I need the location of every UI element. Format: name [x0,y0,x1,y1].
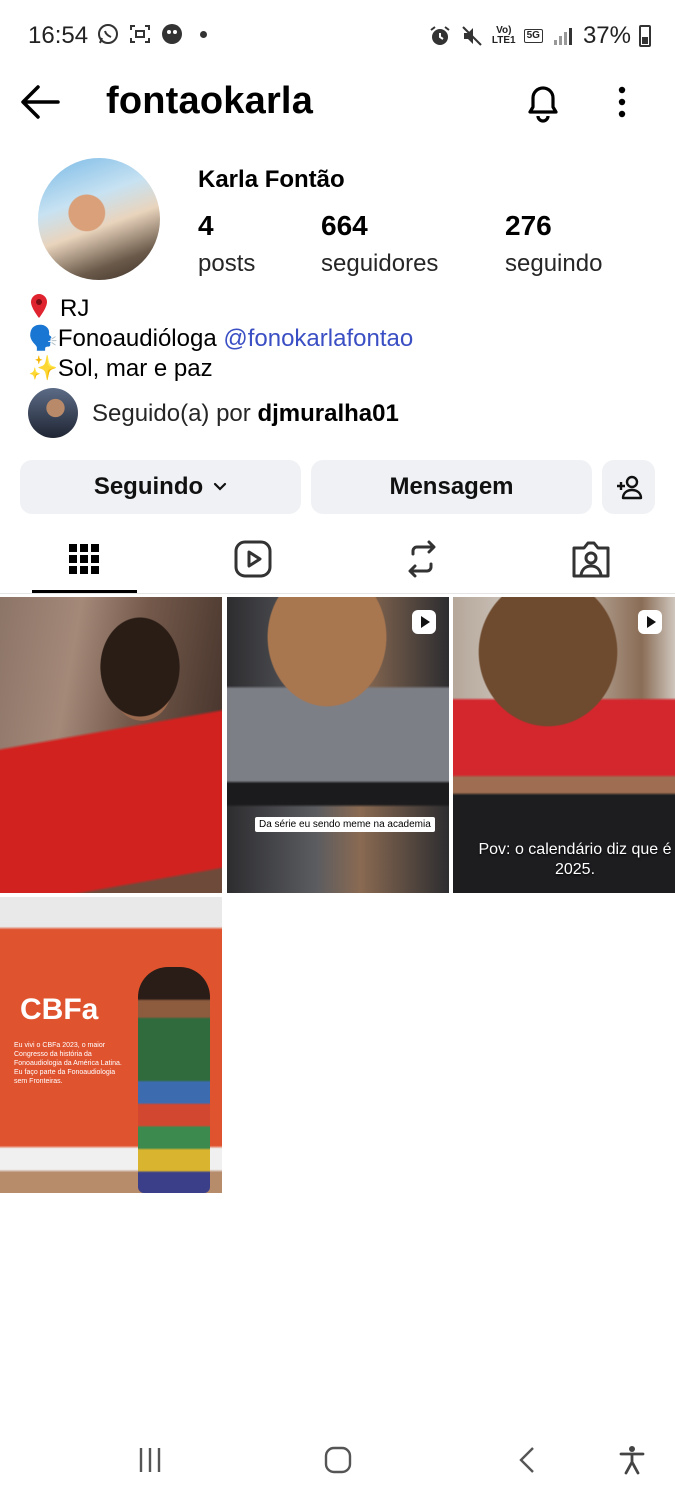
message-button[interactable]: Mensagem [311,460,592,514]
chevron-down-icon [214,482,227,491]
home-button[interactable] [318,1440,358,1480]
stat-following[interactable]: 276 seguindo [505,210,602,278]
post-caption: Pov: o calendário diz que é 2025. [478,841,672,878]
profile-tabs [0,524,675,594]
back-nav-icon [519,1447,534,1473]
system-nav-bar [0,1420,675,1500]
followed-by[interactable]: Seguido(a) por djmuralha01 [28,388,648,438]
stat-label: seguidores [321,250,439,277]
stat-value: 664 [321,210,368,241]
location-pin-icon [31,294,47,318]
post-thumbnail[interactable]: Da série eu sendo meme na academia [227,597,449,893]
status-time: 16:54 [28,22,89,49]
stat-followers[interactable]: 664 seguidores [321,210,438,278]
post-caption: Da série eu sendo meme na academia [255,817,435,832]
add-user-icon [616,475,642,500]
grid-icon [69,544,99,574]
whatsapp-icon [98,24,118,44]
event-banner-text: Eu vivi o CBFa 2023, o maior Congresso d… [14,1042,122,1085]
bio-location: RJ [60,295,90,322]
battery-percent: 37% [582,22,631,49]
tab-reposts[interactable] [338,524,506,594]
more-notifications-dot [200,30,207,38]
add-user-button[interactable] [602,460,655,514]
network-type: 5G [523,29,543,43]
status-bar: 16:54 Vo) LTE1 5G 37% [0,0,675,76]
back-arrow-icon[interactable] [18,82,62,122]
recent-apps-button[interactable] [130,1440,170,1480]
post-person [138,967,210,1193]
profile-header: fontaokarla [0,70,675,134]
reel-badge-icon [412,610,436,634]
status-right-icons: Vo) LTE1 5G 37% [428,22,651,50]
reel-badge-icon [638,610,662,634]
tagged-icon [572,541,610,578]
post-thumbnail[interactable]: CBFa Eu vivi o CBFa 2023, o maior Congre… [0,897,222,1193]
stat-label: posts [198,250,256,277]
signal-icon [553,28,572,45]
stat-value: 4 [198,210,214,241]
mute-icon [462,26,482,46]
bell-icon[interactable] [522,80,564,124]
display-name: Karla Fontão [198,166,345,193]
stat-posts[interactable]: 4 posts [198,210,255,278]
reposts-icon [408,540,436,578]
page-title: fontaokarla [106,80,314,122]
bio-profession: 🗣️Fonoaudióloga [28,325,224,352]
more-vertical-icon[interactable] [606,82,638,122]
app-notification-icon [162,24,182,44]
event-logo: CBFa [20,993,99,1026]
profile-stats: 4 posts 664 seguidores 276 seguindo [198,210,638,280]
follower-avatar [28,388,78,438]
bio-motto: ✨Sol, mar e paz [28,355,213,382]
following-button[interactable]: Seguindo [20,460,301,514]
alarm-icon [430,26,450,45]
active-tab-indicator [32,590,137,593]
profile-bio: RJ 🗣️Fonoaudióloga @fonokarlafontao ✨Sol… [28,292,413,384]
stat-value: 276 [505,210,552,241]
followed-by-text: Seguido(a) por djmuralha01 [92,400,399,428]
accessibility-icon [619,1446,645,1475]
back-nav-button[interactable] [508,1440,548,1480]
network-bottom-label: LTE1 [491,35,516,46]
post-thumbnail[interactable] [0,597,222,893]
network-indicator: Vo) LTE1 [492,26,516,46]
stat-label: seguindo [505,250,603,277]
bio-profession-line: 🗣️Fonoaudióloga @fonokarlafontao [28,324,413,354]
tab-grid[interactable] [0,524,168,594]
status-left-icons [96,22,207,46]
message-button-label: Mensagem [389,473,514,500]
profile-avatar[interactable] [38,158,160,280]
screenshot-icon [130,25,150,43]
accessibility-button[interactable] [612,1440,652,1480]
bio-location-line: RJ [28,292,413,324]
home-icon [324,1446,352,1474]
post-thumbnail[interactable]: Pov: o calendário diz que é 2025. [453,597,675,893]
followed-by-user: djmuralha01 [257,400,399,427]
reels-icon [234,540,272,578]
tab-reels[interactable] [169,524,337,594]
followed-by-prefix: Seguido(a) por [92,400,258,427]
following-button-label: Seguindo [93,473,204,500]
bio-mention-link[interactable]: @fonokarlafontao [223,325,413,352]
battery-icon [639,25,651,47]
recent-apps-icon [139,1448,161,1472]
tab-tagged[interactable] [507,524,675,594]
